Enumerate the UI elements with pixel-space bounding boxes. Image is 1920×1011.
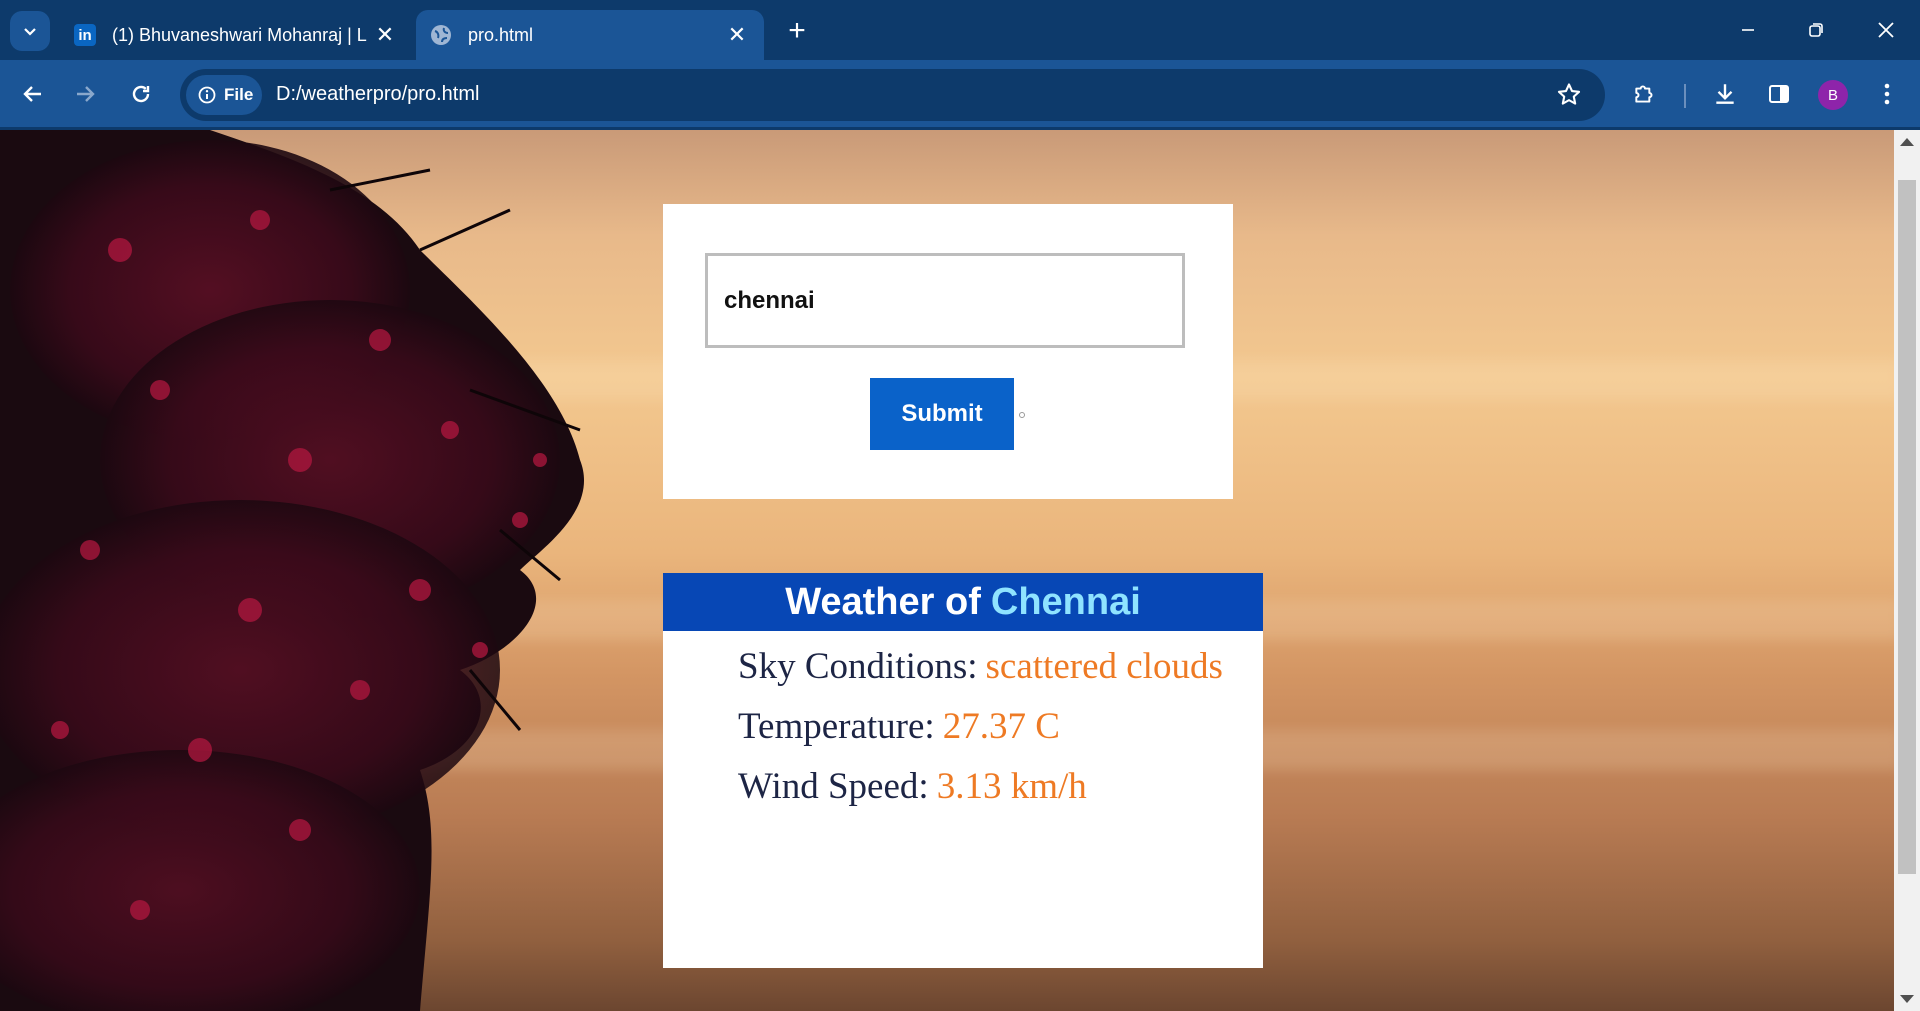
profile-avatar[interactable]: B — [1818, 80, 1848, 110]
scroll-up-arrow-icon[interactable] — [1900, 138, 1914, 146]
sky-conditions-label: Sky Conditions: — [738, 646, 978, 687]
file-label: File — [224, 85, 254, 104]
new-tab-button[interactable]: + — [780, 14, 814, 48]
address-bar[interactable]: File D:/weatherpro/pro.html — [180, 69, 1605, 121]
loading-dot — [1019, 412, 1025, 418]
heading-prefix: Weather of — [785, 580, 981, 623]
reload-icon — [132, 85, 150, 103]
minimize-button[interactable] — [1728, 10, 1768, 50]
close-tab-icon[interactable]: ✕ — [724, 22, 750, 48]
submit-button[interactable]: Submit — [870, 378, 1014, 450]
wind-speed-row: Wind Speed: 3.13 km/h — [738, 765, 1087, 808]
puzzle-icon — [1635, 85, 1653, 103]
close-icon — [1878, 22, 1894, 38]
city-input[interactable] — [705, 253, 1185, 348]
minimize-icon — [1742, 29, 1754, 31]
tab-title: pro.html — [468, 24, 534, 45]
close-window-button[interactable] — [1866, 10, 1906, 50]
star-icon — [1557, 83, 1581, 105]
forward-button[interactable] — [64, 73, 106, 115]
restore-icon — [1809, 23, 1823, 37]
toolbar-divider — [1684, 84, 1686, 108]
tab-pro-html[interactable]: pro.html ✕ — [416, 10, 764, 60]
sky-conditions-value: scattered clouds — [985, 646, 1223, 687]
chevron-down-icon — [24, 28, 36, 36]
restore-button[interactable] — [1796, 10, 1836, 50]
wind-speed-label: Wind Speed: — [738, 766, 929, 807]
heading-city: Chennai — [990, 580, 1141, 623]
wind-speed-value: 3.13 km/h — [936, 766, 1087, 807]
tab-linkedin[interactable]: in (1) Bhuvaneshwari Mohanraj | L ✕ — [60, 10, 412, 60]
download-icon — [1716, 84, 1734, 104]
side-panel-button[interactable] — [1758, 73, 1800, 115]
temperature-label: Temperature: — [738, 706, 935, 747]
arrow-right-icon — [77, 86, 95, 102]
menu-button[interactable] — [1866, 73, 1908, 115]
site-info-chip[interactable]: File — [186, 75, 262, 115]
linkedin-icon: in — [74, 24, 96, 46]
search-card: Submit — [663, 204, 1233, 499]
weather-card: Weather of Chennai Sky Conditions: scatte… — [663, 573, 1263, 968]
page-viewport: Submit Weather of Chennai Sky Conditions… — [0, 130, 1920, 1011]
side-panel-icon — [1769, 85, 1789, 103]
tab-search-button[interactable] — [10, 11, 50, 51]
reload-button[interactable] — [120, 73, 162, 115]
globe-icon — [430, 24, 452, 46]
scroll-down-arrow-icon[interactable] — [1900, 995, 1914, 1003]
close-tab-icon[interactable]: ✕ — [372, 22, 398, 48]
downloads-button[interactable] — [1704, 73, 1746, 115]
info-icon — [198, 86, 216, 104]
scrollbar-thumb[interactable] — [1898, 180, 1916, 874]
vertical-scrollbar[interactable] — [1894, 130, 1920, 1011]
weather-heading: Weather of Chennai — [663, 573, 1263, 631]
tab-title: (1) Bhuvaneshwari Mohanraj | L — [112, 24, 367, 45]
temperature-row: Temperature: 27.37 C — [738, 705, 1060, 748]
temperature-value: 27.37 C — [942, 706, 1060, 747]
tab-strip: in (1) Bhuvaneshwari Mohanraj | L ✕ pro.… — [0, 0, 1920, 60]
extensions-button[interactable] — [1624, 73, 1666, 115]
arrow-left-icon — [23, 86, 41, 102]
back-button[interactable] — [12, 73, 54, 115]
sky-conditions-row: Sky Conditions: scattered clouds — [738, 645, 1223, 688]
url-text[interactable]: D:/weatherpro/pro.html — [276, 83, 479, 106]
background-tree-image — [0, 130, 585, 1011]
bookmark-star-button[interactable] — [1555, 81, 1583, 114]
browser-toolbar: File D:/weatherpro/pro.html B — [0, 60, 1920, 130]
kebab-menu-icon — [1884, 83, 1890, 105]
